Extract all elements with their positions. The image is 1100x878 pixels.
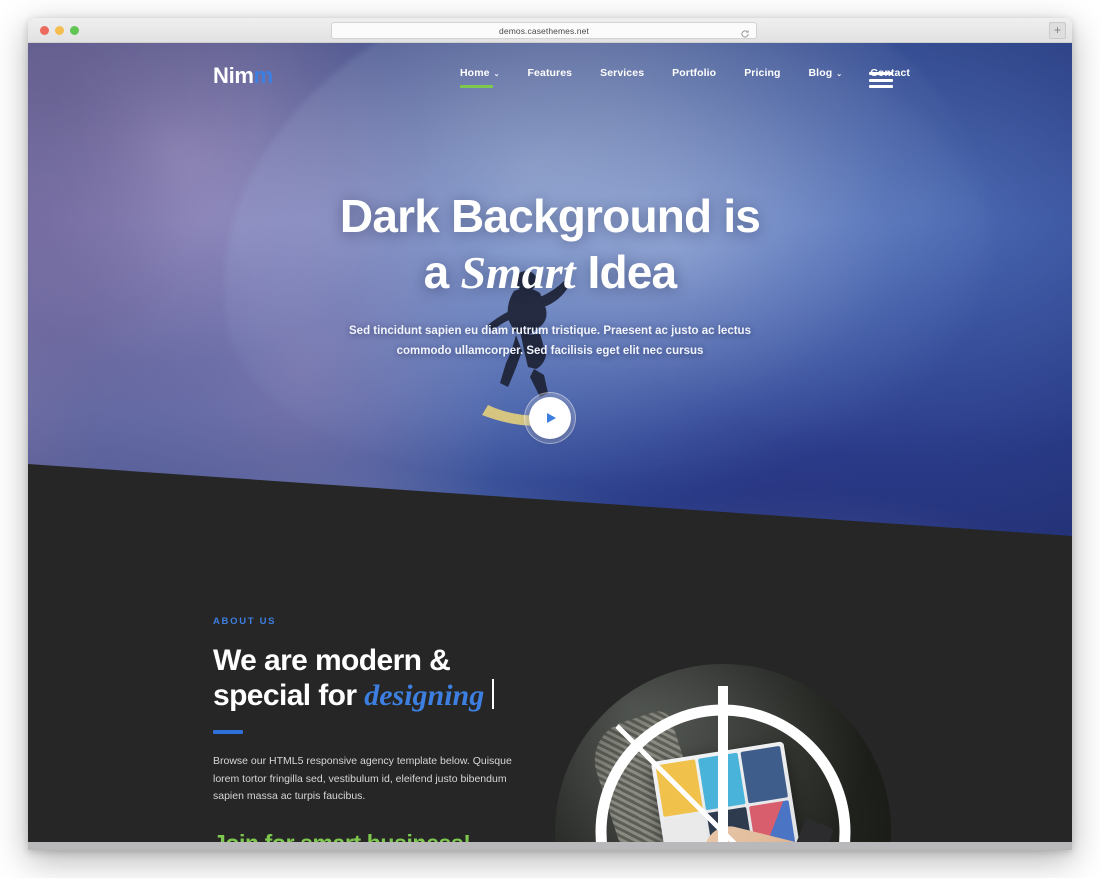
window-controls	[40, 26, 79, 35]
play-video-button[interactable]	[524, 392, 576, 444]
close-window-button[interactable]	[40, 26, 49, 35]
about-image	[555, 664, 891, 850]
browser-window: demos.casethemes.net + Nimm Home ⌄ Featu…	[28, 18, 1072, 850]
new-tab-button[interactable]: +	[1049, 22, 1066, 39]
hero-section: Nimm Home ⌄ Features Services Portfolio	[28, 43, 1072, 570]
page-bottom-strip	[28, 842, 1072, 850]
crosshair-overlay-icon	[595, 686, 851, 850]
about-title-line2-prefix: special for	[213, 679, 365, 713]
page-viewport: Nimm Home ⌄ Features Services Portfolio	[28, 43, 1072, 850]
nav-item-portfolio[interactable]: Portfolio	[672, 67, 716, 88]
browser-toolbar: demos.casethemes.net +	[28, 18, 1072, 43]
hero-title-emphasis: Smart	[460, 247, 576, 298]
hero-title-line1: Dark Background is	[339, 190, 761, 242]
reload-icon[interactable]	[740, 26, 750, 38]
hero-title: Dark Background is a Smart Idea	[28, 193, 1072, 296]
about-text-column: ABOUT US We are modern & special for des…	[213, 616, 523, 850]
url-text: demos.casethemes.net	[499, 25, 589, 36]
hero-subtitle: Sed tincidunt sapien eu diam rutrum tris…	[28, 322, 1072, 362]
nav-item-pricing[interactable]: Pricing	[744, 67, 780, 88]
address-bar[interactable]: demos.casethemes.net	[331, 22, 757, 39]
site-navbar: Nimm Home ⌄ Features Services Portfolio	[28, 43, 1072, 109]
chevron-down-icon: ⌄	[836, 70, 843, 78]
minimize-window-button[interactable]	[55, 26, 64, 35]
hero-subtitle-line2: commodo ullamcorper. Sed facilisis eget …	[396, 344, 704, 357]
hero-content: Dark Background is a Smart Idea Sed tinc…	[28, 193, 1072, 362]
nav-item-label: Blog	[808, 67, 833, 79]
nav-item-label: Features	[527, 67, 573, 79]
logo-accent: m	[253, 63, 274, 88]
site-logo[interactable]: Nimm	[213, 63, 273, 89]
hero-title-line2-suffix: Idea	[575, 246, 677, 298]
nav-item-home[interactable]: Home ⌄	[460, 67, 500, 88]
about-section: ABOUT US We are modern & special for des…	[28, 570, 1072, 850]
about-title-emphasis: designing	[364, 679, 485, 713]
about-body-text: Browse our HTML5 responsive agency templ…	[213, 755, 512, 803]
nav-item-blog[interactable]: Blog ⌄	[809, 67, 843, 88]
hero-title-line2-prefix: a	[423, 246, 461, 298]
nav-item-services[interactable]: Services	[600, 67, 644, 88]
maximize-window-button[interactable]	[70, 26, 79, 35]
nav-item-label: Portfolio	[672, 67, 717, 79]
nav-item-label: Home	[460, 67, 490, 79]
about-accent-rule	[213, 730, 243, 735]
about-title-line2: special for designing	[213, 678, 523, 713]
nav-item-label: Services	[600, 67, 645, 79]
about-eyebrow: ABOUT US	[213, 616, 277, 627]
about-title: We are modern & special for designing	[213, 643, 523, 713]
nav-item-label: Pricing	[744, 67, 781, 79]
logo-text: Nim	[213, 63, 254, 88]
play-icon	[547, 413, 556, 423]
hamburger-icon[interactable]	[869, 72, 893, 88]
hero-title-line2: a Smart Idea	[28, 249, 1072, 296]
chevron-down-icon: ⌄	[493, 70, 500, 78]
nav-item-features[interactable]: Features	[528, 67, 573, 88]
about-title-line1: We are modern &	[213, 644, 451, 677]
nav-links: Home ⌄ Features Services Portfolio Prici…	[460, 67, 910, 88]
hero-subtitle-line1: Sed tincidunt sapien eu diam rutrum tris…	[349, 325, 751, 337]
play-button-inner	[529, 397, 571, 439]
typing-cursor	[492, 679, 495, 710]
